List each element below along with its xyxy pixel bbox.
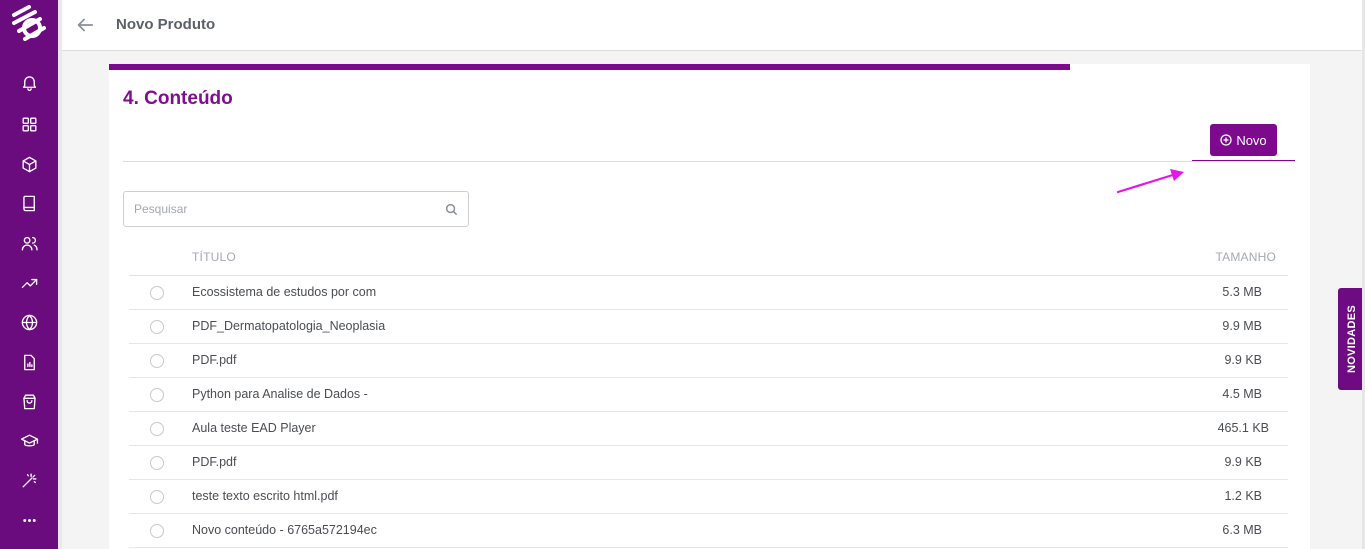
row-size: 6.3 MB	[1222, 523, 1262, 537]
report-icon[interactable]	[17, 350, 41, 374]
column-header-size[interactable]: TAMANHO	[1215, 250, 1276, 264]
row-title: Novo conteúdo - 6765a572194ec	[192, 523, 377, 537]
row-radio[interactable]	[150, 524, 164, 538]
row-size: 9.9 KB	[1224, 353, 1262, 367]
top-header: Novo Produto	[62, 0, 1362, 51]
row-radio[interactable]	[150, 388, 164, 402]
logo-icon[interactable]	[9, 4, 49, 44]
users-icon[interactable]	[17, 231, 41, 255]
row-size: 1.2 KB	[1224, 489, 1262, 503]
row-size: 5.3 MB	[1222, 285, 1262, 299]
sidebar-divider	[58, 0, 62, 549]
book-icon[interactable]	[17, 191, 41, 215]
row-radio[interactable]	[150, 490, 164, 504]
table-row[interactable]: PDF_Dermatopatologia_Neoplasia 9.9 MB	[129, 310, 1288, 344]
table-row[interactable]: Novo conteúdo - 6765a572194ec 6.3 MB	[129, 514, 1288, 548]
row-size: 4.5 MB	[1222, 387, 1262, 401]
row-radio[interactable]	[150, 354, 164, 368]
row-title: PDF_Dermatopatologia_Neoplasia	[192, 319, 386, 333]
row-title: PDF.pdf	[192, 353, 237, 367]
table-row[interactable]: teste texto escrito html.pdf 1.2 KB	[129, 480, 1288, 514]
row-radio[interactable]	[150, 286, 164, 300]
search-input[interactable]	[124, 192, 434, 226]
step-progress-bar	[109, 64, 1310, 70]
shopping-bag-icon[interactable]	[17, 389, 41, 413]
row-radio[interactable]	[150, 422, 164, 436]
magic-wand-icon[interactable]	[17, 468, 41, 492]
row-radio[interactable]	[150, 456, 164, 470]
sidebar	[0, 0, 58, 549]
box-icon[interactable]	[17, 152, 41, 176]
more-icon[interactable]	[17, 508, 41, 532]
plus-circle-icon	[1220, 134, 1232, 146]
annotation-arrow-icon	[1116, 169, 1184, 194]
globe-icon[interactable]	[17, 310, 41, 334]
back-arrow-icon[interactable]	[74, 14, 96, 36]
search-box	[123, 191, 469, 227]
table-row[interactable]: Python para Analise de Dados - 4.5 MB	[129, 378, 1288, 412]
column-header-title[interactable]: TÍTULO	[192, 250, 236, 264]
section-title: 4. Conteúdo	[123, 88, 233, 109]
row-title: Aula teste EAD Player	[192, 421, 316, 435]
graduation-cap-icon[interactable]	[17, 429, 41, 453]
trending-up-icon[interactable]	[17, 271, 41, 295]
table-row[interactable]: PDF.pdf 9.9 KB	[129, 344, 1288, 378]
step-progress-fill	[109, 64, 1070, 70]
grid-icon[interactable]	[17, 112, 41, 136]
row-title: Python para Analise de Dados -	[192, 387, 368, 401]
bell-icon[interactable]	[17, 70, 41, 94]
new-content-button[interactable]: Novo	[1210, 124, 1277, 156]
row-size: 465.1 KB	[1217, 421, 1269, 435]
row-radio[interactable]	[150, 320, 164, 334]
table-row[interactable]: Aula teste EAD Player 465.1 KB	[129, 412, 1288, 446]
news-side-tab[interactable]: NOVIDADES	[1338, 288, 1365, 390]
row-title: PDF.pdf	[192, 455, 237, 469]
content-card: 4. Conteúdo Novo TÍTULO TAMANHO Ecossist…	[109, 64, 1310, 549]
section-divider	[123, 161, 1295, 162]
row-title: teste texto escrito html.pdf	[192, 489, 338, 503]
new-button-label: Novo	[1236, 132, 1267, 148]
table-row[interactable]: Ecossistema de estudos por com 5.3 MB	[129, 276, 1288, 310]
page-title: Novo Produto	[116, 16, 216, 33]
row-title: Ecossistema de estudos por com	[192, 285, 377, 299]
search-icon[interactable]	[445, 203, 458, 216]
news-tab-label: NOVIDADES	[1345, 304, 1358, 374]
table-row[interactable]: PDF.pdf 9.9 KB	[129, 446, 1288, 480]
row-size: 9.9 MB	[1222, 319, 1262, 333]
row-size: 9.9 KB	[1224, 455, 1262, 469]
table-header: TÍTULO TAMANHO	[129, 240, 1288, 276]
